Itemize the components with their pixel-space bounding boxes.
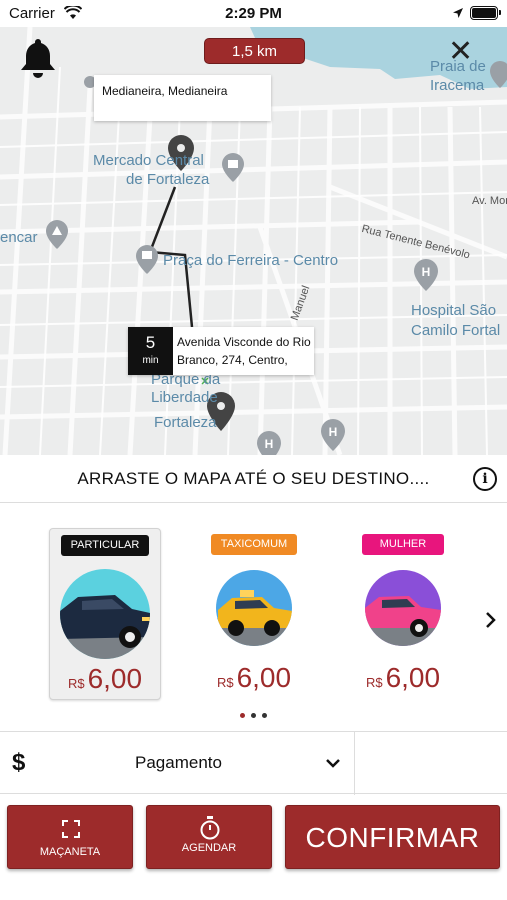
- instruction-text: ARRASTE O MAPA ATÉ O SEU DESTINO....: [77, 469, 430, 488]
- origin-address-card[interactable]: Medianeira, Medianeira: [94, 75, 271, 121]
- car-image-particular: [60, 569, 150, 659]
- map-view[interactable]: H H H Mercado Central de Fortaleza Praça…: [0, 27, 507, 455]
- payment-row[interactable]: $ Pagamento: [0, 731, 507, 795]
- eta-box: 5 min: [128, 327, 173, 375]
- price-taxicomum: R$ 6,00: [198, 662, 310, 694]
- car-image-taxi: [216, 570, 292, 646]
- agendar-label: AGENDAR: [181, 842, 237, 854]
- macaneta-button[interactable]: MAÇANETA: [7, 805, 133, 869]
- destination-address: Avenida Visconde do Rio Branco, 274, Cen…: [177, 335, 311, 367]
- agendar-button[interactable]: AGENDAR: [146, 805, 272, 869]
- clock: 2:29 PM: [225, 5, 282, 22]
- confirmar-button[interactable]: CONFIRMAR: [285, 805, 500, 869]
- divider: [354, 732, 355, 795]
- status-bar: Carrier 2:29 PM: [0, 0, 507, 27]
- vehicle-card-mulher[interactable]: MULHER R$ 6,00: [347, 528, 459, 700]
- svg-text:H: H: [329, 425, 338, 439]
- origin-address: Medianeira, Medianeira: [102, 84, 228, 98]
- page-dot[interactable]: [251, 713, 256, 718]
- currency-label: R$: [216, 675, 234, 690]
- map-label-mercado: Mercado Central: [93, 152, 204, 169]
- confirmar-label: CONFIRMAR: [305, 822, 480, 853]
- stopwatch-icon: [200, 816, 220, 840]
- destination-card[interactable]: 5 min Avenida Visconde do Rio Branco, 27…: [128, 327, 314, 375]
- price-particular: R$ 6,00: [50, 663, 160, 695]
- dollar-icon: $: [12, 749, 26, 776]
- eta-value: 5: [145, 333, 156, 352]
- map-label-encar: encar: [0, 229, 38, 246]
- map-label-av-mon: Av. Mon: [472, 195, 507, 207]
- map-label-praia-2: Iracema: [430, 77, 485, 94]
- vehicle-card-particular[interactable]: PARTICULAR R$ 6,00: [49, 528, 161, 700]
- page-dot[interactable]: [262, 713, 267, 718]
- svg-text:H: H: [265, 437, 274, 451]
- map-label-hospital-1: Hospital São: [411, 302, 497, 319]
- map-label-praca: Praça do Ferreira - Centro: [163, 252, 339, 269]
- currency-label: R$: [365, 675, 383, 690]
- map-label-parque-3: Fortaleza: [154, 414, 217, 431]
- svg-text:H: H: [422, 265, 431, 279]
- close-icon[interactable]: ✕: [448, 37, 473, 67]
- info-icon[interactable]: i: [473, 467, 497, 491]
- eta-unit: min: [142, 355, 159, 366]
- page-dot[interactable]: [240, 713, 245, 718]
- vehicle-tag: PARTICULAR: [60, 535, 150, 556]
- vehicle-tag: TAXICOMUM: [210, 534, 298, 555]
- expand-icon: [62, 820, 80, 838]
- map-label-hospital-2: Camilo Fortal: [411, 322, 501, 339]
- carousel-pagination: [0, 713, 507, 718]
- instruction-bar: ARRASTE O MAPA ATÉ O SEU DESTINO.... i: [0, 455, 507, 503]
- currency-label: R$: [67, 676, 85, 691]
- map-label-fortaleza: de Fortaleza: [126, 171, 210, 188]
- location-arrow-icon: [453, 8, 463, 18]
- chevron-right-icon[interactable]: [485, 611, 497, 629]
- vehicle-tag: MULHER: [362, 534, 444, 555]
- notification-bell-icon[interactable]: [20, 37, 56, 79]
- price-value: 6,00: [236, 662, 292, 693]
- vehicle-carousel[interactable]: PARTICULAR R$ 6,00 TAXICOMUM R$ 6,00 MUL…: [0, 503, 507, 731]
- macaneta-label: MAÇANETA: [39, 846, 101, 858]
- price-mulher: R$ 6,00: [347, 662, 459, 694]
- car-image-mulher: [365, 570, 441, 646]
- distance-badge: 1,5 km: [204, 38, 305, 64]
- chevron-down-icon[interactable]: [325, 758, 341, 768]
- vehicle-card-taxicomum[interactable]: TAXICOMUM R$ 6,00: [198, 528, 310, 700]
- map-label-parque-2: Liberdade: [151, 389, 218, 406]
- payment-select[interactable]: Pagamento: [135, 753, 222, 773]
- price-value: 6,00: [385, 662, 441, 693]
- battery-icon: [470, 6, 501, 20]
- price-value: 6,00: [87, 663, 143, 694]
